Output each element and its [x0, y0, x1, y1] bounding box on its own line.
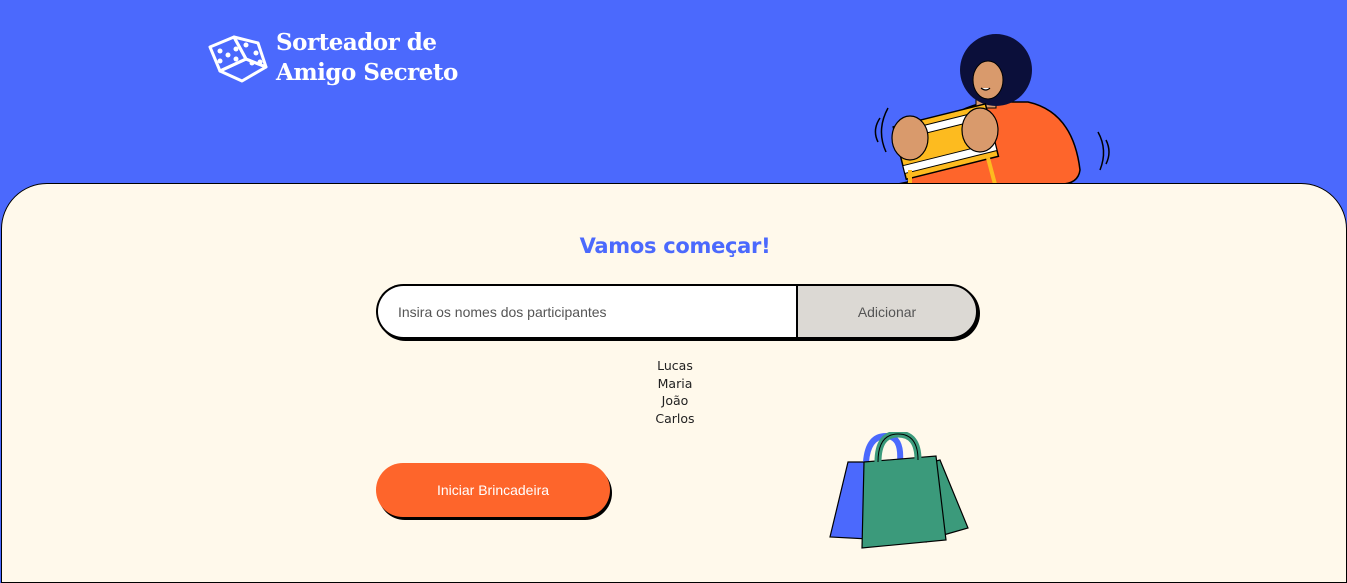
person-holding-gift-illustration	[874, 34, 1110, 206]
logo-line-1: Sorteador de	[276, 29, 437, 56]
shopping-bags-illustration	[829, 432, 969, 549]
logo-text: Sorteador de Amigo Secreto	[276, 28, 458, 88]
start-game-button[interactable]: Iniciar Brincadeira	[376, 463, 610, 517]
list-item: João	[661, 393, 689, 408]
logo-line-2: Amigo Secreto	[276, 59, 458, 86]
add-participant-row: Adicionar	[376, 284, 978, 340]
add-button[interactable]: Adicionar	[796, 284, 978, 339]
logo: Sorteador de Amigo Secreto	[206, 28, 458, 88]
participant-name-input[interactable]	[376, 284, 796, 339]
header: Sorteador de Amigo Secreto	[0, 0, 1347, 206]
list-item: Lucas	[657, 358, 693, 373]
main-panel: Vamos começar! Adicionar Lucas Maria Joã…	[1, 183, 1347, 583]
page-title: Vamos começar!	[579, 234, 771, 258]
list-item: Carlos	[655, 410, 695, 426]
participants-list: Lucas Maria João Carlos	[2, 357, 1347, 427]
list-item: Maria	[657, 375, 693, 391]
dice-icon	[208, 35, 268, 83]
